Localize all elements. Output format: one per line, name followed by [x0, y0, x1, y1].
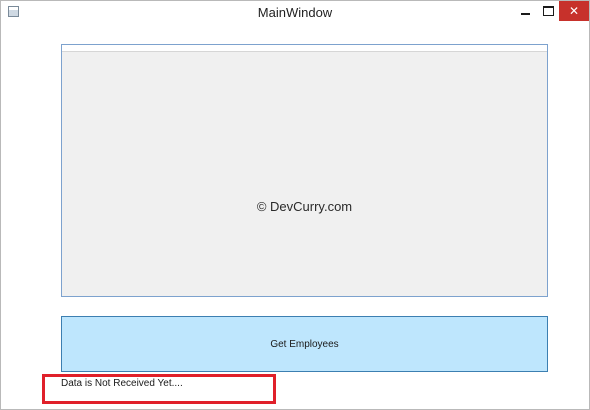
- title-bar[interactable]: MainWindow ✕: [1, 1, 589, 25]
- close-button[interactable]: ✕: [559, 1, 589, 21]
- get-employees-button[interactable]: Get Employees: [61, 316, 548, 372]
- minimize-icon: [520, 13, 530, 15]
- maximize-icon: [542, 6, 554, 16]
- watermark-text: © DevCurry.com: [256, 199, 353, 214]
- main-window: MainWindow ✕ © DevCurry.com Get Employee…: [0, 0, 590, 410]
- maximize-button[interactable]: [537, 1, 559, 21]
- status-message: Data is Not Received Yet....: [61, 378, 183, 389]
- close-icon: ✕: [568, 4, 580, 18]
- employee-datagrid[interactable]: © DevCurry.com: [61, 44, 548, 297]
- window-title: MainWindow: [257, 5, 333, 20]
- datagrid-header: [62, 45, 547, 52]
- minimize-button[interactable]: [513, 1, 537, 21]
